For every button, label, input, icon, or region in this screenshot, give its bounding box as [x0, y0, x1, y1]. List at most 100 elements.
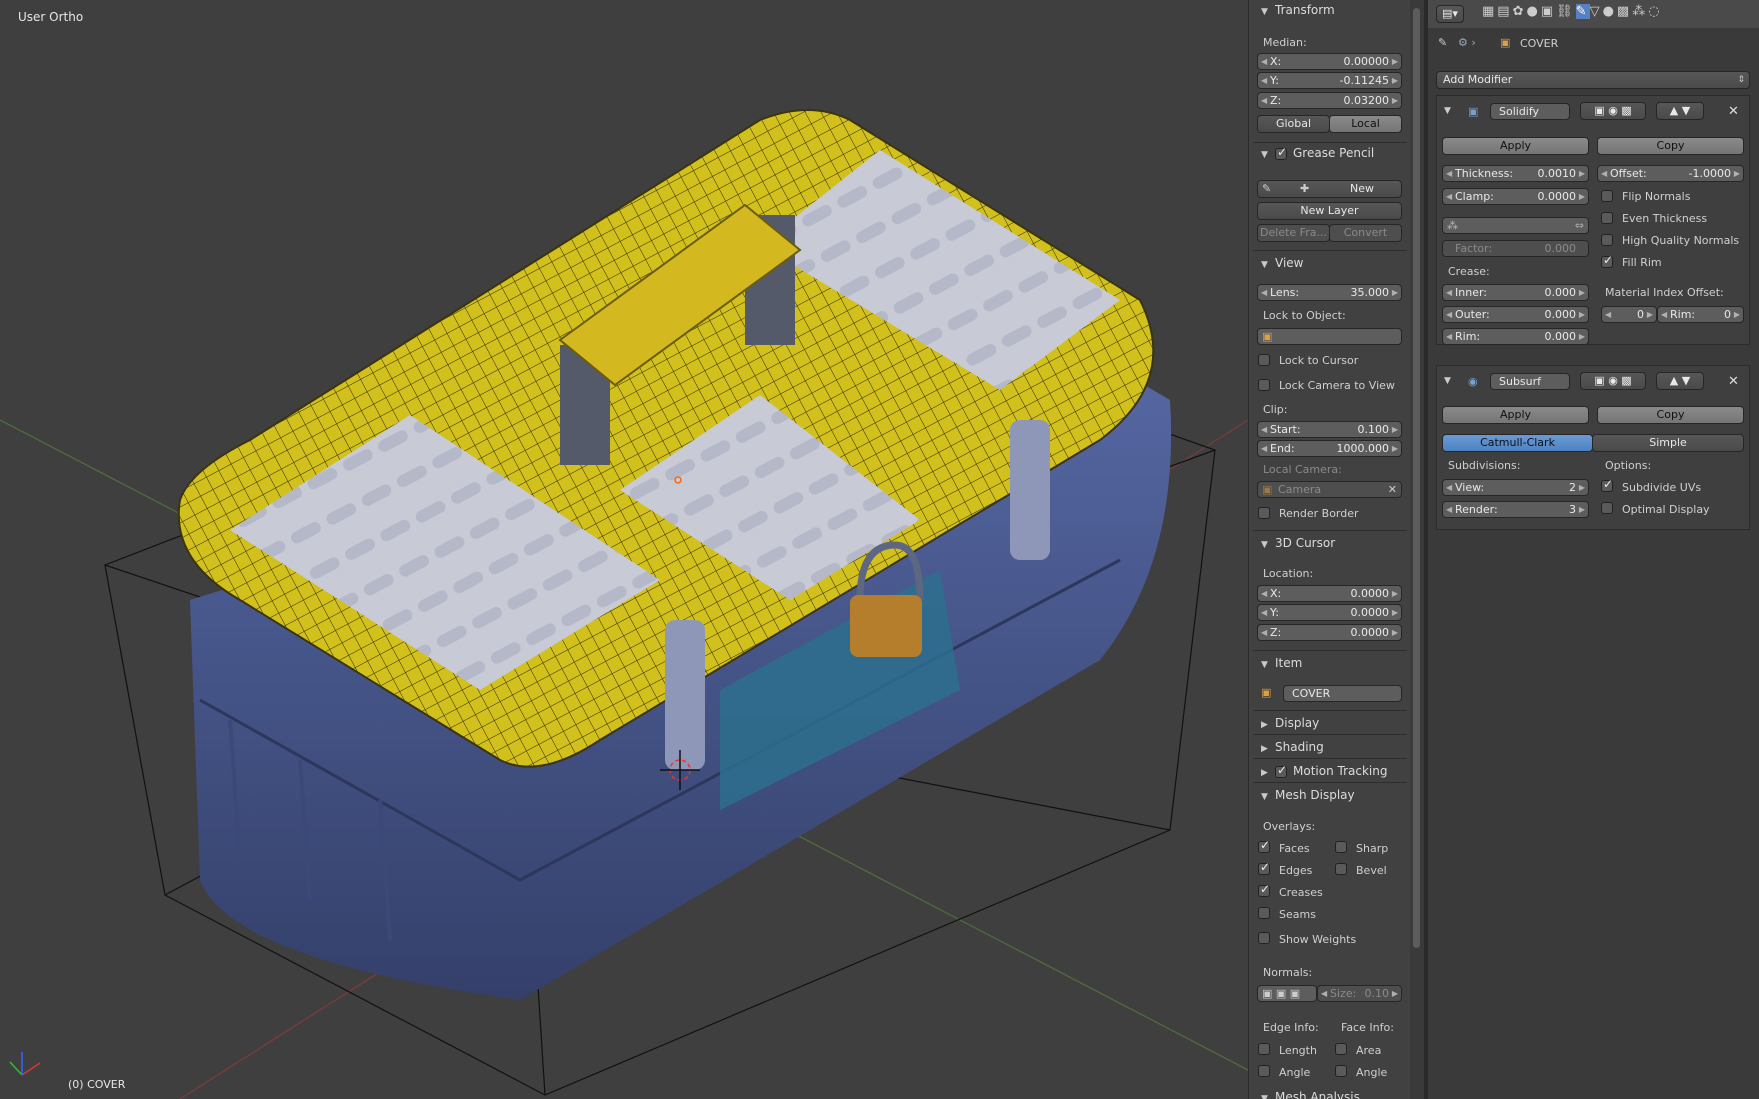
- clip-end-field[interactable]: ◀ End: 1000.000 ▶: [1257, 440, 1402, 457]
- item-panel-header[interactable]: ▼ Item: [1261, 656, 1302, 670]
- lens-field[interactable]: ◀ Lens: 35.000 ▶: [1257, 284, 1402, 301]
- high-quality-normals-checkbox[interactable]: [1601, 234, 1613, 246]
- crease-inner-field[interactable]: ◀ Inner: 0.000 ▶: [1442, 284, 1589, 301]
- solidify-apply-button[interactable]: Apply: [1442, 137, 1589, 155]
- local-camera-field[interactable]: ▣ Camera ✕: [1257, 481, 1402, 498]
- cursor-x-field[interactable]: ◀ X: 0.0000 ▶: [1257, 585, 1402, 602]
- creases-checkbox[interactable]: [1258, 882, 1270, 897]
- solidify-name-field[interactable]: Solidify: [1490, 103, 1570, 120]
- length-checkbox[interactable]: [1258, 1043, 1270, 1055]
- cursor-z-field[interactable]: ◀ Z: 0.0000 ▶: [1257, 624, 1402, 641]
- shelf-scrollbar[interactable]: [1410, 0, 1424, 1099]
- display-panel-header[interactable]: ▶ Display: [1261, 716, 1319, 730]
- editmode-icon: ▩: [1621, 104, 1632, 117]
- lock-camera-checkbox[interactable]: [1258, 379, 1270, 391]
- convert-button[interactable]: Convert: [1329, 224, 1402, 242]
- subdiv-view-field[interactable]: ◀ View: 2 ▶: [1442, 479, 1589, 496]
- show-weights-label: Show Weights: [1279, 933, 1357, 946]
- clamp-field[interactable]: ◀ Clamp: 0.0000 ▶: [1442, 188, 1589, 205]
- median-y-field[interactable]: ◀ Y: -0.11245 ▶: [1257, 72, 1402, 89]
- sharp-checkbox[interactable]: [1335, 841, 1347, 853]
- modifiers-tab-icon: ✎: [1575, 4, 1590, 19]
- view-panel-header[interactable]: ▼ View: [1261, 256, 1303, 270]
- flip-normals-checkbox[interactable]: [1601, 190, 1613, 202]
- fill-rim-checkbox[interactable]: [1601, 253, 1613, 268]
- subsurf-remove-icon[interactable]: ✕: [1728, 374, 1739, 389]
- render-border-checkbox[interactable]: [1258, 507, 1270, 519]
- object-name-field[interactable]: COVER: [1283, 685, 1402, 702]
- seams-checkbox[interactable]: [1258, 907, 1270, 919]
- simple-toggle[interactable]: Simple: [1592, 434, 1744, 452]
- subdiv-render-field[interactable]: ◀ Render: 3 ▶: [1442, 501, 1589, 518]
- normals-buttons[interactable]: ▣ ▣ ▣: [1257, 985, 1317, 1002]
- transform-panel-header[interactable]: ▼ Transform: [1261, 3, 1335, 17]
- bevel-checkbox[interactable]: [1335, 863, 1347, 875]
- grease-pencil-checkbox[interactable]: [1275, 145, 1287, 160]
- move-up-icon: ▲: [1669, 104, 1679, 117]
- editor-type-menu[interactable]: ▤▾: [1436, 5, 1464, 23]
- catmull-clark-toggle[interactable]: Catmull-Clark: [1442, 434, 1593, 452]
- grease-pencil-header[interactable]: ▼: [1261, 146, 1275, 160]
- subsurf-apply-button[interactable]: Apply: [1442, 406, 1589, 424]
- vertex-group-field[interactable]: ⁂ ⇔: [1442, 217, 1589, 234]
- subsurf-visibility-toggles[interactable]: ▣ ◉ ▩: [1580, 372, 1646, 390]
- optimal-display-checkbox[interactable]: [1601, 502, 1613, 514]
- add-modifier-menu[interactable]: Add Modifier ⇕: [1436, 71, 1750, 89]
- edges-checkbox[interactable]: [1258, 860, 1270, 875]
- cursor-panel-header[interactable]: ▼ 3D Cursor: [1261, 536, 1335, 550]
- lock-to-cursor-checkbox[interactable]: [1258, 354, 1270, 366]
- global-toggle[interactable]: Global: [1257, 115, 1330, 133]
- subsurf-collapse-icon[interactable]: ▼: [1444, 376, 1451, 386]
- eye-icon: ◉: [1608, 104, 1618, 117]
- edge-angle-checkbox[interactable]: [1258, 1065, 1270, 1077]
- context-tabs[interactable]: ▦▤✿●▣⛓✎▽●▩⁂◌: [1482, 4, 1663, 19]
- mesh-display-header[interactable]: ▼ Mesh Display: [1261, 788, 1355, 802]
- face-angle-checkbox[interactable]: [1335, 1065, 1347, 1077]
- subsurf-name-field[interactable]: Subsurf: [1490, 373, 1570, 390]
- edges-label: Edges: [1279, 864, 1313, 877]
- faces-checkbox[interactable]: [1258, 838, 1270, 853]
- subdivide-uvs-checkbox[interactable]: [1601, 477, 1613, 492]
- clear-camera-icon[interactable]: ✕: [1388, 482, 1397, 497]
- subsurf-copy-button[interactable]: Copy: [1597, 406, 1744, 424]
- lock-object-field[interactable]: ▣: [1257, 328, 1402, 345]
- cursor-y-field[interactable]: ◀ Y: 0.0000 ▶: [1257, 604, 1402, 621]
- crease-outer-field[interactable]: ◀ Outer: 0.000 ▶: [1442, 306, 1589, 323]
- view-title: User Ortho: [18, 10, 84, 24]
- local-toggle[interactable]: Local: [1329, 115, 1402, 133]
- object-icon: ▣: [1261, 686, 1272, 699]
- offset-field[interactable]: ◀ Offset: -1.0000 ▶: [1597, 165, 1744, 182]
- motion-tracking-label: Motion Tracking: [1293, 764, 1388, 778]
- factor-field[interactable]: Factor: 0.000: [1442, 240, 1589, 257]
- solidify-visibility-toggles[interactable]: ▣ ◉ ▩: [1580, 102, 1646, 120]
- thickness-field[interactable]: ◀ Thickness: 0.0010 ▶: [1442, 165, 1589, 182]
- sharp-label: Sharp: [1356, 842, 1389, 855]
- area-label: Area: [1356, 1044, 1382, 1057]
- area-checkbox[interactable]: [1335, 1043, 1347, 1055]
- motion-tracking-checkbox[interactable]: [1275, 763, 1287, 778]
- solidify-remove-icon[interactable]: ✕: [1728, 104, 1739, 119]
- motion-tracking-header[interactable]: ▶: [1261, 764, 1275, 778]
- show-weights-checkbox[interactable]: [1258, 932, 1270, 944]
- new-layer-button[interactable]: New Layer: [1257, 202, 1402, 220]
- normal-size-field[interactable]: ◀ Size: 0.10 ▶: [1317, 985, 1402, 1002]
- mesh-analysis-header[interactable]: ▼ Mesh Analysis: [1261, 1090, 1360, 1099]
- material-rim-field[interactable]: ◀ Rim: 0 ▶: [1657, 306, 1744, 323]
- even-thickness-checkbox[interactable]: [1601, 212, 1613, 224]
- 3d-viewport[interactable]: User Ortho (0) COVER: [0, 0, 1248, 1099]
- solidify-copy-button[interactable]: Copy: [1597, 137, 1744, 155]
- median-z-field[interactable]: ◀ Z: 0.03200 ▶: [1257, 92, 1402, 109]
- clip-start-field[interactable]: ◀ Start: 0.100 ▶: [1257, 421, 1402, 438]
- shading-panel-header[interactable]: ▶ Shading: [1261, 740, 1324, 754]
- solidify-move-buttons[interactable]: ▲ ▼: [1656, 102, 1704, 120]
- pin-icon[interactable]: ✎: [1438, 36, 1447, 49]
- subsurf-move-buttons[interactable]: ▲ ▼: [1656, 372, 1704, 390]
- particles-tab-icon: ⁂: [1632, 4, 1649, 19]
- solidify-collapse-icon[interactable]: ▼: [1444, 106, 1451, 116]
- material-offset-field[interactable]: ◀ 0 ▶: [1601, 306, 1657, 323]
- new-grease-button[interactable]: ✎ ✚ New: [1257, 180, 1402, 198]
- updown-icon: ⇕: [1737, 75, 1745, 85]
- median-x-field[interactable]: ◀ X: 0.00000 ▶: [1257, 53, 1402, 70]
- delete-frame-button[interactable]: Delete Fra...: [1257, 224, 1330, 242]
- crease-rim-field[interactable]: ◀ Rim: 0.000 ▶: [1442, 328, 1589, 345]
